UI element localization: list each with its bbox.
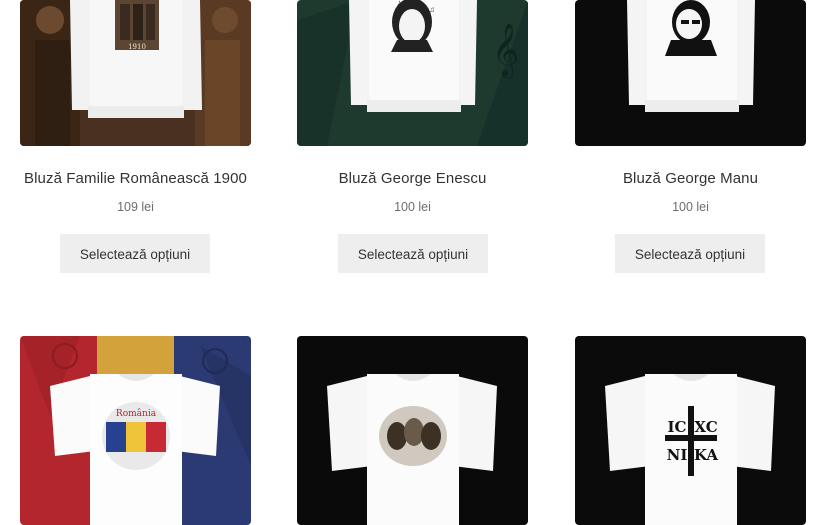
svg-text:♫: ♫	[429, 5, 435, 14]
sweater-image	[297, 336, 528, 525]
svg-text:♪: ♪	[397, 0, 401, 7]
icxc-ni: NI	[667, 446, 688, 464]
svg-text:𝄞: 𝄞	[492, 22, 519, 78]
product-title[interactable]: Bluză George Enescu	[297, 170, 528, 187]
sweater-image: 1910	[20, 0, 251, 146]
product-title[interactable]: Bluză George Manu	[575, 170, 806, 187]
select-options-button[interactable]: Selectează opțiuni	[615, 234, 765, 273]
romania-print-text: România	[116, 408, 157, 419]
product-title[interactable]: Bluză Familie Românească 1900	[20, 170, 251, 187]
sweater-image: 𝄞 ♪ ♫	[297, 0, 528, 146]
sweater-image: România	[20, 336, 251, 525]
product-price: 100 lei	[672, 200, 709, 214]
product-image-enescu[interactable]: 𝄞 ♪ ♫	[297, 0, 528, 146]
select-options-button[interactable]: Selectează opțiuni	[338, 234, 488, 273]
select-options-button[interactable]: Selectează opțiuni	[60, 234, 210, 273]
product-image-portraits[interactable]	[297, 336, 528, 525]
sweater-image: IC XC NI KA	[575, 336, 806, 525]
product-image-familie[interactable]: 1910	[20, 0, 251, 146]
sweater-image	[575, 0, 806, 146]
product-image-manu[interactable]	[575, 0, 806, 146]
icxc-ic: IC	[668, 418, 687, 436]
product-price: 109 lei	[117, 200, 154, 214]
product-price: 100 lei	[394, 200, 431, 214]
product-image-romania[interactable]: România	[20, 336, 251, 525]
image-caption-1910: 1910	[128, 43, 146, 51]
product-image-icxc[interactable]: IC XC NI KA	[575, 336, 806, 525]
icxc-xc: XC	[694, 418, 717, 436]
icxc-ka: KA	[694, 446, 718, 464]
